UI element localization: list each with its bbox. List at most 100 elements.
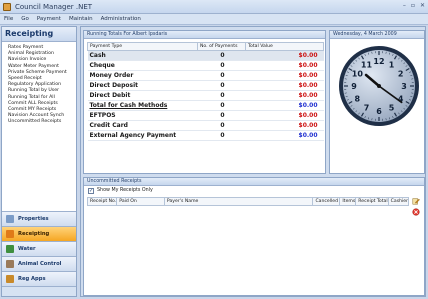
- clock-numeral: 12: [373, 57, 384, 66]
- menu-bar: File Go Payment Maintain Administration: [0, 14, 428, 25]
- clock-numeral: 8: [355, 95, 361, 104]
- totals-row[interactable]: Money Order 0 $0.00: [87, 70, 324, 81]
- show-my-receipts-label: Show My Receipts Only: [97, 188, 153, 193]
- close-button[interactable]: ✕: [420, 2, 425, 9]
- window-controls: – ▫ ✕: [403, 2, 425, 9]
- col-receipt-total[interactable]: Receipt Total: [355, 197, 389, 206]
- clock-numeral: 5: [389, 104, 395, 113]
- maximize-button[interactable]: ▫: [411, 2, 415, 9]
- nav-button-animal-control[interactable]: Animal Control: [2, 256, 76, 271]
- uncommitted-receipts-header: Uncommitted Receipts: [84, 178, 424, 186]
- reg-apps-icon: [6, 275, 14, 283]
- clock-center: [377, 84, 381, 88]
- nav-button-label: Reg Apps: [18, 276, 46, 282]
- current-date: Wednesday, 4 March 2009: [330, 31, 424, 39]
- totals-row[interactable]: Cash 0 $0.00: [87, 50, 324, 61]
- sidebar-task-list: Rates Payment Animal Registration Navision…: [2, 42, 76, 128]
- col-payment-type[interactable]: Payment Type: [87, 42, 198, 51]
- payment-type-cell: Money Order: [87, 70, 198, 81]
- total-value-cell: $0.00: [245, 130, 324, 141]
- payment-type-cell: Cheque: [87, 60, 198, 71]
- col-total-value[interactable]: Total Value: [245, 42, 324, 51]
- payment-count-cell: 0: [197, 130, 246, 141]
- nav-button-reg-apps[interactable]: Reg Apps: [2, 271, 76, 286]
- sidebar-task-item[interactable]: Uncommitted Receipts: [4, 119, 74, 125]
- cancel-receipt-icon[interactable]: [412, 208, 420, 216]
- uncommitted-receipts-panel: Uncommitted Receipts ✓ Show My Receipts …: [83, 177, 425, 296]
- nav-button-label: Water: [18, 246, 36, 252]
- nav-button-receipting[interactable]: Receipting: [2, 226, 76, 241]
- navigation-pane: Properties Receipting Water Animal Control R…: [2, 211, 76, 296]
- running-totals-panel: Running Totals For Albert Ipsdaris Payme…: [83, 30, 326, 174]
- clock-numeral: 9: [351, 82, 357, 91]
- payment-count-cell: 0: [197, 60, 246, 71]
- payment-count-cell: 0: [197, 50, 246, 61]
- total-value-cell: $0.00: [245, 80, 324, 91]
- col-cancelled[interactable]: Cancelled: [312, 197, 341, 206]
- nav-button-properties[interactable]: Properties: [2, 211, 76, 226]
- payment-type-cell: Cash: [87, 50, 198, 61]
- col-number-of-payments[interactable]: No. of Payments: [197, 42, 246, 51]
- menu-go[interactable]: Go: [21, 16, 29, 22]
- show-my-receipts-checkbox[interactable]: ✓: [88, 187, 94, 194]
- payment-type-cell: External Agency Payment: [87, 130, 198, 141]
- minimize-button[interactable]: –: [403, 2, 406, 9]
- show-my-receipts-row[interactable]: ✓ Show My Receipts Only: [84, 186, 424, 195]
- menu-payment[interactable]: Payment: [37, 16, 61, 22]
- payment-type-cell: Direct Debit: [87, 90, 198, 101]
- total-value-cell: $0.00: [245, 60, 324, 71]
- properties-icon: [6, 215, 14, 223]
- title-bar: Council Manager .NET – ▫ ✕: [0, 0, 428, 14]
- payment-type-cell: Direct Deposit: [87, 80, 198, 91]
- clock-numeral: 1: [389, 60, 395, 69]
- col-cashier[interactable]: Cashier: [387, 197, 410, 206]
- menu-administration[interactable]: Administration: [101, 16, 141, 22]
- totals-row[interactable]: Credit Card 0 $0.00: [87, 120, 324, 131]
- totals-row[interactable]: Cheque 0 $0.00: [87, 60, 324, 71]
- sidebar: Receipting Rates Payment Animal Registrat…: [1, 26, 77, 297]
- col-items[interactable]: Items: [339, 197, 357, 206]
- sidebar-title: Receipting: [2, 27, 76, 42]
- payment-count-cell: 0: [197, 90, 246, 101]
- payment-count-cell: 0: [197, 110, 246, 121]
- window-title: Council Manager .NET: [15, 2, 93, 11]
- running-totals-table: Payment Type No. of Payments Total Value…: [87, 42, 324, 141]
- payment-count-cell: 0: [197, 120, 246, 131]
- totals-row[interactable]: Total for Cash Methods 0 $0.00: [87, 100, 324, 111]
- totals-row[interactable]: External Agency Payment 0 $0.00: [87, 130, 324, 141]
- totals-row[interactable]: Direct Debit 0 $0.00: [87, 90, 324, 101]
- payment-type-cell: EFTPOS: [87, 110, 198, 121]
- clock-numeral: 10: [352, 70, 364, 79]
- col-payers-name[interactable]: Payer's Name: [163, 197, 314, 206]
- clock-numeral: 6: [376, 107, 382, 116]
- nav-pane-overflow[interactable]: [2, 286, 76, 296]
- clock-panel: Wednesday, 4 March 2009 12 1 2 3 4 5 6 7 8 9 10 11: [329, 30, 425, 174]
- receipts-header-row: Receipt No. Paid On Payer's Name Cancell…: [86, 197, 410, 206]
- clock-numeral: 2: [398, 70, 404, 79]
- clock-numeral: 7: [364, 104, 370, 113]
- edit-receipt-icon[interactable]: [412, 197, 420, 205]
- clock-numeral: 3: [401, 82, 407, 91]
- menu-file[interactable]: File: [4, 16, 13, 22]
- main-content: Running Totals For Albert Ipsdaris Payme…: [80, 26, 426, 297]
- payment-count-cell: 0: [197, 70, 246, 81]
- nav-button-label: Receipting: [18, 231, 50, 237]
- payment-count-cell: 0: [197, 100, 246, 111]
- totals-row[interactable]: EFTPOS 0 $0.00: [87, 110, 324, 121]
- running-totals-header: Running Totals For Albert Ipsdaris: [84, 31, 325, 39]
- total-value-cell: $0.00: [245, 100, 324, 111]
- payment-type-cell: Credit Card: [87, 120, 198, 131]
- col-receipt-no[interactable]: Receipt No.: [86, 197, 118, 206]
- col-paid-on[interactable]: Paid On: [116, 197, 165, 206]
- water-icon: [6, 245, 14, 253]
- animal-control-icon: [6, 260, 14, 268]
- total-value-cell: $0.00: [245, 90, 324, 101]
- total-value-cell: $0.00: [245, 70, 324, 81]
- total-value-cell: $0.00: [245, 50, 324, 61]
- totals-row[interactable]: Direct Deposit 0 $0.00: [87, 80, 324, 91]
- total-value-cell: $0.00: [245, 110, 324, 121]
- clock-face: 12 1234567891011: [339, 46, 419, 126]
- nav-button-water[interactable]: Water: [2, 241, 76, 256]
- menu-maintain[interactable]: Maintain: [69, 16, 93, 22]
- receipt-actions: [412, 197, 420, 216]
